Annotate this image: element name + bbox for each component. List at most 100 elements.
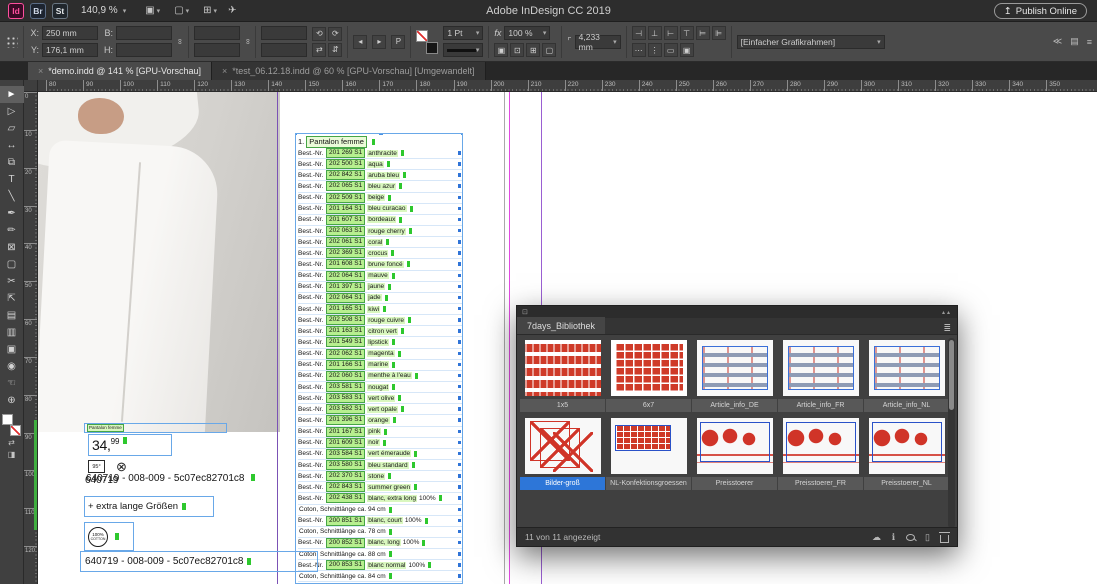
arrange-documents-menu[interactable]: ⊞ <box>203 5 217 16</box>
chevron-down-icon[interactable]: ▾ <box>476 46 480 54</box>
list-item[interactable]: Best.-Nr. 201 165 S1 kiwi <box>298 304 462 315</box>
scale-x-field[interactable] <box>194 26 240 40</box>
center-content-icon[interactable]: ⊞ <box>526 43 540 57</box>
care-symbols[interactable]: 95° ⊗ <box>88 460 127 473</box>
list-item[interactable]: Coton, Schnittlänge ca. 94 cm <box>298 505 462 516</box>
gradient-swatch-tool[interactable]: ▤ <box>0 307 24 324</box>
list-item[interactable]: Best.-Nr. 201 269 S1 anthracite <box>298 148 462 159</box>
list-item[interactable]: Best.-Nr. 202 062 S1 magenta <box>298 349 462 360</box>
pen-tool[interactable]: ✒ <box>0 205 24 222</box>
zoom-level-select[interactable]: 140,9 % <box>81 5 126 16</box>
library-item[interactable]: 1x5 <box>520 338 605 412</box>
screen-mode-menu[interactable]: ▢ <box>174 5 189 16</box>
library-item[interactable]: Preisstoerer_FR <box>778 416 863 490</box>
opacity-field[interactable]: 100 % ▾ <box>504 26 550 40</box>
panel-collapse-icon[interactable]: ▴▴ <box>942 309 952 316</box>
list-item[interactable]: Best.-Nr. 202 064 S1 mauve <box>298 271 462 282</box>
height-field[interactable] <box>116 43 172 57</box>
list-item[interactable]: Best.-Nr. 200 853 S1 blanc normal 100% <box>298 560 462 571</box>
y-position-field[interactable]: 176,1 mm <box>42 43 98 57</box>
align-vcenter-icon[interactable]: ⊨ <box>696 26 710 40</box>
library-item[interactable]: Bilder-groß <box>520 416 605 490</box>
margin-guide[interactable] <box>509 92 510 584</box>
eyedropper-tool[interactable]: ◉ <box>0 358 24 375</box>
list-item[interactable]: Best.-Nr. 202 842 S1 aruba bleu <box>298 170 462 181</box>
list-item[interactable]: Best.-Nr. 202 061 S1 coral <box>298 237 462 248</box>
fill-stroke-swatches[interactable] <box>416 30 438 54</box>
list-item[interactable]: Best.-Nr. 203 581 S1 nougat <box>298 382 462 393</box>
frame-handle[interactable] <box>295 133 297 135</box>
rotate-cw-icon[interactable]: ⟳ <box>328 27 342 41</box>
library-item[interactable]: NL-Konfektionsgroessen <box>606 416 691 490</box>
align-right-icon[interactable]: ⊢ <box>664 26 678 40</box>
x-position-field[interactable]: 250 mm <box>42 26 98 40</box>
chevron-down-icon[interactable]: ▾ <box>476 29 480 37</box>
flip-horizontal-icon[interactable]: ⇄ <box>312 43 326 57</box>
product-photo[interactable] <box>38 92 280 432</box>
fit-content-icon[interactable]: ⊡ <box>510 43 524 57</box>
select-content-button[interactable]: ▸ <box>372 35 386 49</box>
title-text-frame[interactable]: Pantalon femme <box>84 423 227 433</box>
fit-frame-icon[interactable]: ▢ <box>542 43 556 57</box>
content-collector-tool[interactable]: ⧉ <box>0 154 24 171</box>
list-item[interactable]: Best.-Nr. 200 852 S1 blanc, long 100% <box>298 538 462 549</box>
list-item[interactable]: Best.-Nr. 202 843 S1 summer green <box>298 482 462 493</box>
list-item[interactable]: Best.-Nr. 203 582 S1 vert opale <box>298 404 462 415</box>
stroke-proxy-swatch[interactable] <box>10 425 21 436</box>
list-item[interactable]: Best.-Nr. 201 166 S1 marine <box>298 360 462 371</box>
align-left-icon[interactable]: ⊣ <box>632 26 646 40</box>
sync-status-icon[interactable]: ☁ <box>872 532 881 542</box>
horizontal-ruler[interactable]: 80 90 100 110 120 130 140 150 160 170 18… <box>38 80 1097 92</box>
list-item[interactable]: Best.-Nr. 203 580 S1 bleu standard <box>298 460 462 471</box>
corner-options-icon[interactable]: ⌜ <box>567 36 571 47</box>
fill-frame-icon[interactable]: ▣ <box>494 43 508 57</box>
list-item[interactable]: Best.-Nr. 200 851 S1 blanc, court 100% <box>298 516 462 527</box>
chevron-down-icon[interactable]: ▾ <box>877 38 881 46</box>
new-item-icon[interactable]: ▯ <box>923 532 932 542</box>
paragraph-icon[interactable]: P <box>391 35 405 49</box>
stroke-weight-field[interactable]: 1 Pt ▾ <box>443 26 483 40</box>
library-item[interactable]: Preisstoerer_NL <box>864 416 949 490</box>
list-item[interactable]: Best.-Nr. 201 163 S1 citron vert <box>298 326 462 337</box>
rectangle-tool[interactable]: ▢ <box>0 256 24 273</box>
panel-menu-icon[interactable]: ≡ <box>1087 37 1092 47</box>
list-item[interactable]: Coton, Schnittlänge ca. 78 cm <box>298 527 462 538</box>
align-hcenter-icon[interactable]: ⊥ <box>648 26 662 40</box>
selection-tool[interactable]: ► <box>0 86 24 103</box>
product-list-frame[interactable]: 1. Pantalon femme Best.-Nr. 201 269 S1 a… <box>295 133 463 584</box>
cc-libraries-icon[interactable]: ▤ <box>1070 36 1079 47</box>
wrap-none-icon[interactable]: ▭ <box>664 43 678 57</box>
list-item[interactable]: Best.-Nr. 202 509 S1 beige <box>298 193 462 204</box>
chevron-down-icon[interactable]: ▾ <box>543 29 547 37</box>
list-item[interactable]: Best.-Nr. 202 064 S1 jade <box>298 293 462 304</box>
library-panel[interactable]: ⊡ ▴▴ 7days_Bibliothek ≣ 1x5 6x7 Article_… <box>516 305 958 547</box>
type-tool[interactable]: T <box>0 171 24 188</box>
item-info-icon[interactable]: ℹ <box>889 532 898 542</box>
effects-icon[interactable]: fx <box>494 28 501 38</box>
list-item[interactable]: Best.-Nr. 201 608 S1 brune foncé <box>298 259 462 270</box>
chevron-down-icon[interactable]: ▾ <box>613 38 617 46</box>
list-item[interactable]: Best.-Nr. 202 369 S1 crocus <box>298 248 462 259</box>
note-tool[interactable]: ▣ <box>0 341 24 358</box>
publish-online-button[interactable]: ↥ Publish Online <box>994 3 1087 19</box>
scale-y-field[interactable] <box>194 43 240 57</box>
list-item[interactable]: Best.-Nr. 201 549 S1 lipstick <box>298 337 462 348</box>
list-title[interactable]: 1. Pantalon femme <box>298 135 462 148</box>
list-item[interactable]: Best.-Nr. 202 063 S1 rouge cherry <box>298 226 462 237</box>
view-options-menu[interactable]: ▣ <box>145 5 160 16</box>
width-field[interactable] <box>116 26 172 40</box>
document-tab[interactable]: × *test_06.12.18.indd @ 60 % [GPU-Vorsch… <box>212 62 486 80</box>
library-tab[interactable]: 7days_Bibliothek <box>517 317 605 334</box>
ruler-corner[interactable] <box>24 80 38 92</box>
swap-fill-stroke-icon[interactable]: ⇄ <box>8 436 15 448</box>
direct-selection-tool[interactable]: ▷ <box>0 103 24 120</box>
link-scale-icon[interactable]: ∞ <box>243 39 252 45</box>
document-tab[interactable]: × *demo.indd @ 141 % [GPU-Vorschau] <box>28 62 212 80</box>
scissors-tool[interactable]: ✂ <box>0 273 24 290</box>
list-item[interactable]: Best.-Nr. 201 609 S1 noir <box>298 438 462 449</box>
delete-item-icon[interactable] <box>940 535 949 543</box>
shear-angle-field[interactable] <box>261 43 307 57</box>
list-item[interactable]: Best.-Nr. 202 438 S1 blanc, extra long 1… <box>298 493 462 504</box>
list-item[interactable]: Best.-Nr. 201 397 S1 jaune <box>298 282 462 293</box>
object-style-select[interactable]: [Einfacher Grafikrahmen] ▾ <box>737 35 885 49</box>
